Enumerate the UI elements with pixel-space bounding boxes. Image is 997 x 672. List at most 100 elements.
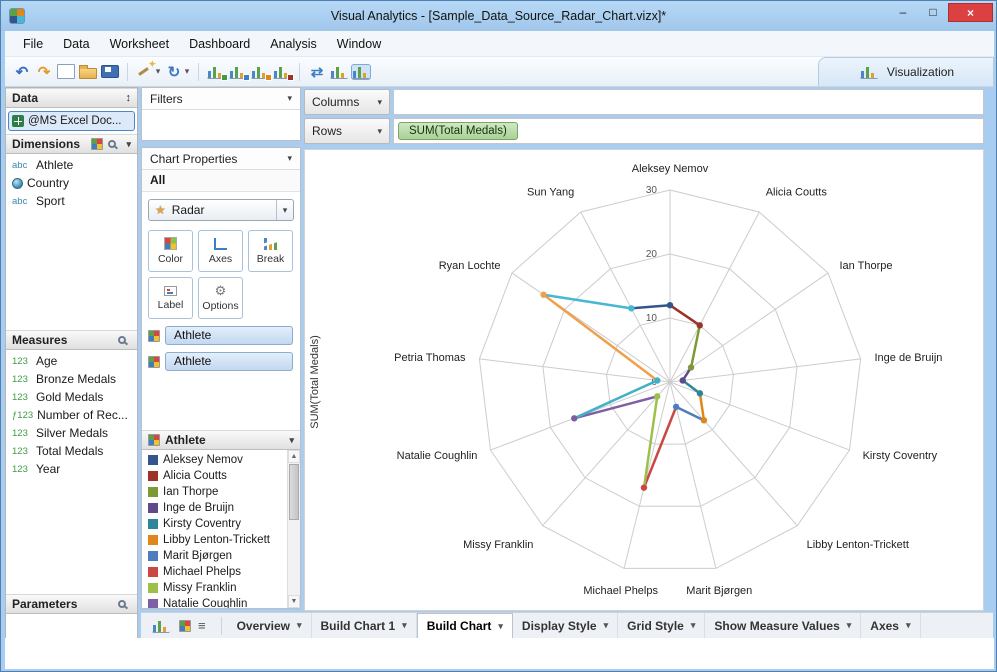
sort-updown-icon[interactable]: ↕ xyxy=(126,92,132,104)
legend-item-missy-franklin[interactable]: Missy Franklin xyxy=(142,580,286,596)
chart-properties-header[interactable]: Chart Properties ▾ xyxy=(142,148,300,170)
legend-item-aleksey-nemov[interactable]: Aleksey Nemov xyxy=(142,452,286,468)
menu-worksheet[interactable]: Worksheet xyxy=(100,31,180,57)
data-mark-ryan-lochte[interactable] xyxy=(540,291,547,298)
field-grid-icon[interactable] xyxy=(91,138,104,150)
chevron-down-icon[interactable]: ▾ xyxy=(126,139,131,150)
scroll-up-icon[interactable]: ▲ xyxy=(288,450,300,463)
data-mark-kirsty-coventry[interactable] xyxy=(696,390,704,397)
tab-build-chart[interactable]: Build Chart ▾ xyxy=(416,613,513,638)
rows-drop-area[interactable]: SUM(Total Medals) xyxy=(393,118,984,144)
menu-file[interactable]: File xyxy=(13,31,53,57)
data-mark-missy-franklin[interactable] xyxy=(654,393,661,400)
color-button[interactable]: Color xyxy=(148,230,193,272)
menu-data[interactable]: Data xyxy=(53,31,99,57)
data-mark-marit-bj-rgen[interactable] xyxy=(672,403,680,411)
data-mark-ian-thorpe[interactable] xyxy=(687,364,695,371)
close-button[interactable]: × xyxy=(948,3,993,22)
rows-pill[interactable]: SUM(Total Medals) xyxy=(398,122,518,140)
measure-year[interactable]: 123 Year xyxy=(6,460,137,478)
measure-age[interactable]: 123 Age xyxy=(6,352,137,370)
maximize-button[interactable]: □ xyxy=(918,3,948,22)
columns-button[interactable]: Columns ▾ xyxy=(304,89,390,115)
scrollbar-thumb[interactable] xyxy=(289,464,299,520)
options-button[interactable]: ⚙ Options xyxy=(198,277,243,319)
sort-bars-icon[interactable] xyxy=(330,64,348,79)
chart-type-select[interactable]: ★ Radar ▾ xyxy=(148,199,294,221)
swap-rows-columns-icon[interactable]: ⇄ xyxy=(308,63,326,81)
undo-icon[interactable]: ↶ xyxy=(13,63,31,81)
format-wand-icon[interactable] xyxy=(136,59,156,79)
data-mark-natalie-coughlin[interactable] xyxy=(571,415,578,422)
legend-item-alicia-coutts[interactable]: Alicia Coutts xyxy=(142,468,286,484)
legend-item-inge-de-bruijn[interactable]: Inge de Bruijn xyxy=(142,500,286,516)
data-mark-aleksey-nemov[interactable] xyxy=(666,302,674,309)
rows-button[interactable]: Rows ▾ xyxy=(304,118,390,144)
refresh-icon[interactable]: ↻ xyxy=(165,63,183,81)
visualization-button[interactable]: Visualization xyxy=(818,57,994,86)
measure-number-of-rec[interactable]: ƒ123 Number of Rec... xyxy=(6,406,137,424)
redo-icon[interactable]: ↷ xyxy=(35,63,53,81)
minimize-button[interactable]: – xyxy=(888,3,918,22)
athlete-pill[interactable]: Athlete xyxy=(165,326,293,345)
measure-gold-medals[interactable]: 123 Gold Medals xyxy=(6,388,137,406)
data-mark-libby-lenton-trickett[interactable] xyxy=(700,417,708,424)
legend-item-libby-lenton-trickett[interactable]: Libby Lenton-Trickett xyxy=(142,532,286,548)
format-dropdown-icon[interactable]: ▾ xyxy=(154,63,162,81)
search-icon[interactable] xyxy=(118,600,126,608)
data-mark-petria-thomas[interactable] xyxy=(654,377,661,384)
refresh-dropdown-icon[interactable]: ▾ xyxy=(183,63,191,81)
data-source-item[interactable]: @MS Excel Doc... xyxy=(8,111,135,131)
tab-show-measure-values[interactable]: Show Measure Values ▾ xyxy=(705,613,862,638)
athlete-pill[interactable]: Athlete xyxy=(165,352,293,371)
scroll-down-icon[interactable]: ▼ xyxy=(288,595,300,608)
legend-item-michael-phelps[interactable]: Michael Phelps xyxy=(142,564,286,580)
dimension-athlete[interactable]: abc Athlete xyxy=(6,156,137,174)
menu-dashboard[interactable]: Dashboard xyxy=(179,31,260,57)
columns-drop-area[interactable] xyxy=(393,89,984,115)
measure-bronze-medals[interactable]: 123 Bronze Medals xyxy=(6,370,137,388)
menu-window[interactable]: Window xyxy=(327,31,391,57)
legend-item-marit-bj-rgen[interactable]: Marit Bjørgen xyxy=(142,548,286,564)
new-pivot-icon[interactable] xyxy=(229,64,250,81)
dimension-country[interactable]: Country xyxy=(6,174,137,192)
chevron-down-icon[interactable]: ▾ xyxy=(289,435,294,446)
tab-grid-style[interactable]: Grid Style ▾ xyxy=(618,613,706,638)
new-chart-icon[interactable] xyxy=(207,64,228,81)
chevron-down-icon[interactable]: ▾ xyxy=(287,153,292,164)
tab-label: Build Chart 1 xyxy=(320,618,396,633)
duplicate-sheet-icon[interactable] xyxy=(273,64,294,81)
search-icon[interactable] xyxy=(108,140,117,148)
new-dashboard-tab-icon[interactable] xyxy=(179,619,191,632)
new-workbook-icon[interactable] xyxy=(57,64,75,79)
data-mark-sun-yang[interactable] xyxy=(628,305,635,312)
axes-button[interactable]: Axes xyxy=(198,230,243,272)
dimension-sport[interactable]: abc Sport xyxy=(6,192,137,210)
data-mark-alicia-coutts[interactable] xyxy=(696,322,703,329)
legend-header[interactable]: Athlete ▾ xyxy=(142,430,300,450)
filters-header[interactable]: Filters ▾ xyxy=(142,88,300,110)
tab-axes[interactable]: Axes ▾ xyxy=(861,613,921,638)
save-icon[interactable] xyxy=(101,65,119,78)
legend-item-kirsty-coventry[interactable]: Kirsty Coventry xyxy=(142,516,286,532)
tab-build-chart-1[interactable]: Build Chart 1 ▾ xyxy=(312,613,417,638)
tab-display-style[interactable]: Display Style ▾ xyxy=(513,613,619,638)
measure-total-medals[interactable]: 123 Total Medals xyxy=(6,442,137,460)
legend-item-ian-thorpe[interactable]: Ian Thorpe xyxy=(142,484,286,500)
show-visualization-icon[interactable] xyxy=(351,63,371,80)
data-mark-inge-de-bruijn[interactable] xyxy=(679,377,686,384)
legend-scrollbar[interactable]: ▲ ▼ xyxy=(287,450,300,608)
new-chart-tab-icon[interactable] xyxy=(152,618,170,633)
label-button[interactable]: Label xyxy=(148,277,193,319)
new-summary-icon[interactable] xyxy=(251,64,272,81)
chevron-down-icon[interactable]: ▾ xyxy=(287,93,292,104)
search-icon[interactable] xyxy=(118,336,126,344)
measure-silver-medals[interactable]: 123 Silver Medals xyxy=(6,424,137,442)
sheet-list-icon[interactable]: ≡ xyxy=(198,619,206,632)
data-mark-michael-phelps[interactable] xyxy=(640,484,648,491)
open-workbook-icon[interactable] xyxy=(79,64,97,79)
legend-item-natalie-coughlin[interactable]: Natalie Coughlin xyxy=(142,596,286,608)
tab-overview[interactable]: Overview ▾ xyxy=(228,613,312,638)
break-button[interactable]: Break xyxy=(248,230,293,272)
menu-analysis[interactable]: Analysis xyxy=(260,31,327,57)
